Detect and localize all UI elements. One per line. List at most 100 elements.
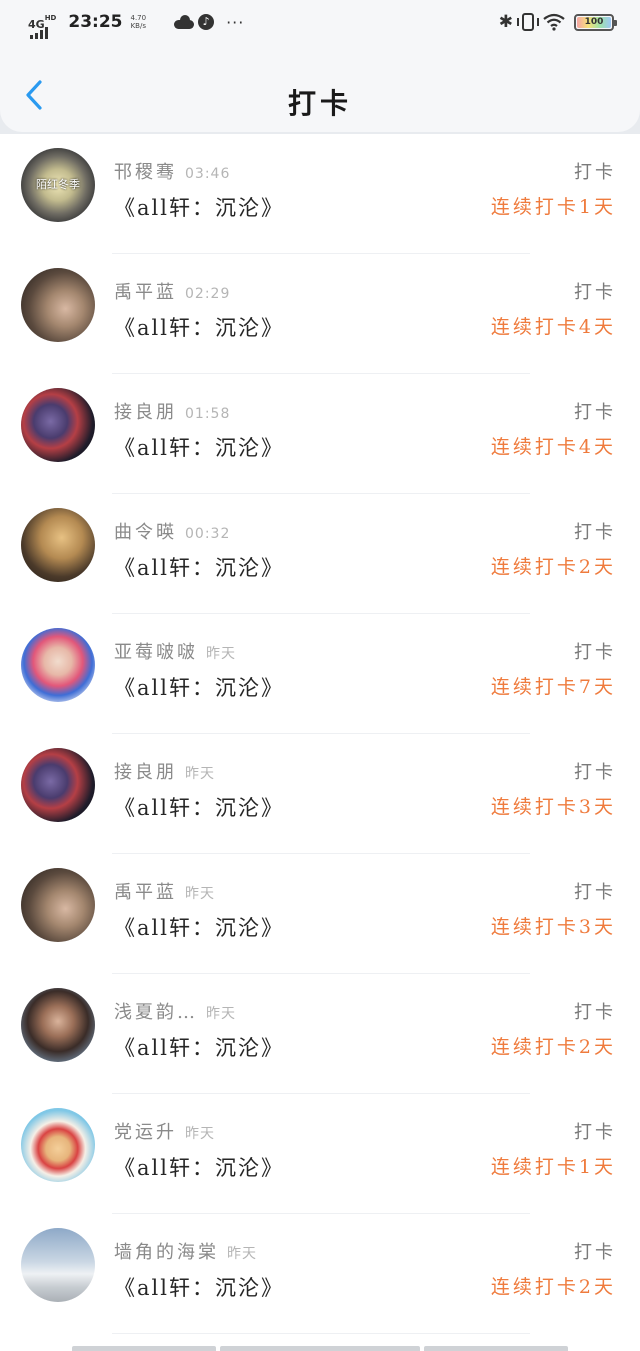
avatar[interactable] [21,1108,95,1182]
avatar[interactable]: 陌红冬季 [21,148,95,222]
wifi-icon [543,13,565,31]
post-time: 02:29 [185,286,231,302]
nav-header: 打卡 [0,50,640,132]
checkin-row[interactable]: 墙角的海棠 昨天 《all轩：沉沦》 打卡 连续打卡2天 [0,1214,640,1334]
avatar[interactable] [21,1228,95,1302]
user-name-text[interactable]: 亚莓啵啵 [114,642,198,663]
music-icon: ♪ [198,14,215,30]
user-name[interactable]: 墙角的海棠 昨天 [114,1238,257,1264]
avatar[interactable] [21,988,95,1062]
user-name[interactable]: 亚莓啵啵 昨天 [114,638,236,664]
book-title[interactable]: 《all轩：沉沦》 [114,1272,284,1302]
streak-text: 连续打卡3天 [490,796,616,818]
user-name-text[interactable]: 曲令暎 [114,522,177,543]
book-title[interactable]: 《all轩：沉沦》 [114,1032,284,1062]
user-name[interactable]: 禹平蓝 昨天 [114,878,215,904]
streak-text: 连续打卡4天 [490,436,616,458]
post-time: 03:46 [185,166,231,182]
user-name[interactable]: 邗稷骞 03:46 [114,158,230,184]
checkin-action-label[interactable]: 打卡 [574,518,616,544]
post-time: 01:58 [185,406,231,422]
book-title[interactable]: 《all轩：沉沦》 [114,672,284,702]
checkin-action-label[interactable]: 打卡 [574,1238,616,1264]
checkin-action-label[interactable]: 打卡 [574,158,616,184]
user-name-text[interactable]: 禹平蓝 [114,282,177,303]
user-name-text[interactable]: 墙角的海棠 [114,1242,219,1263]
avatar[interactable] [21,628,95,702]
book-title[interactable]: 《all轩：沉沦》 [114,312,284,342]
user-name-text[interactable]: 接良朋 [114,402,177,423]
battery-level: 100 [577,16,611,28]
book-title[interactable]: 《all轩：沉沦》 [114,432,284,462]
post-time: 昨天 [185,1126,215,1142]
user-name-text[interactable]: 邗稷骞 [114,162,177,183]
checkin-action-label[interactable]: 打卡 [574,398,616,424]
checkin-row[interactable]: 接良朋 昨天 《all轩：沉沦》 打卡 连续打卡3天 [0,734,640,854]
status-bar: 4GHD 23:25 4.70 KB/s ♪ ··· ✱ 100 [0,0,640,50]
user-name-text[interactable]: 接良朋 [114,762,177,783]
checkin-row[interactable]: 接良朋 01:58 《all轩：沉沦》 打卡 连续打卡4天 [0,374,640,494]
book-title[interactable]: 《all轩：沉沦》 [114,1152,284,1182]
user-name[interactable]: 禹平蓝 02:29 [114,278,230,304]
avatar[interactable] [21,268,95,342]
avatar[interactable] [21,388,95,462]
post-time: 昨天 [227,1246,257,1262]
post-time: 昨天 [206,1006,236,1022]
checkin-row[interactable]: 亚莓啵啵 昨天 《all轩：沉沦》 打卡 连续打卡7天 [0,614,640,734]
status-left: 4GHD 23:25 4.70 KB/s ♪ ··· [28,12,245,39]
checkin-row[interactable]: 禹平蓝 02:29 《all轩：沉沦》 打卡 连续打卡4天 [0,254,640,374]
book-title[interactable]: 《all轩：沉沦》 [114,792,284,822]
user-name[interactable]: 接良朋 昨天 [114,758,215,784]
post-time: 昨天 [185,766,215,782]
avatar[interactable] [21,868,95,942]
page-title: 打卡 [287,87,352,120]
speed-unit: KB/s [130,22,146,30]
streak-text: 连续打卡2天 [490,1036,616,1058]
list-more-row [0,1334,640,1351]
checkin-action-label[interactable]: 打卡 [574,998,616,1024]
battery-icon: 100 [574,13,617,31]
avatar-caption: 陌红冬季 [36,178,80,191]
streak-text: 连续打卡3天 [490,916,616,938]
signal-icon [30,26,48,39]
cloud-icon [174,15,195,29]
status-right: ✱ 100 [498,12,617,32]
checkin-action-label[interactable]: 打卡 [574,278,616,304]
vibrate-icon [517,13,539,31]
checkin-row[interactable]: 党运升 昨天 《all轩：沉沦》 打卡 连续打卡1天 [0,1094,640,1214]
checkin-action-label[interactable]: 打卡 [574,1118,616,1144]
book-title[interactable]: 《all轩：沉沦》 [114,912,284,942]
checkin-row[interactable]: 浅夏韵… 昨天 《all轩：沉沦》 打卡 连续打卡2天 [0,974,640,1094]
checkin-action-label[interactable]: 打卡 [574,638,616,664]
book-title[interactable]: 《all轩：沉沦》 [114,552,284,582]
streak-text: 连续打卡2天 [490,1276,616,1298]
clock: 23:25 [68,12,123,32]
streak-text: 连续打卡1天 [490,1156,616,1178]
user-name[interactable]: 浅夏韵… 昨天 [114,998,236,1024]
streak-text: 连续打卡1天 [490,196,616,218]
user-name[interactable]: 接良朋 01:58 [114,398,230,424]
post-time: 00:32 [185,526,231,542]
post-time: 昨天 [206,646,236,662]
streak-text: 连续打卡7天 [490,676,616,698]
streak-text: 连续打卡4天 [490,316,616,338]
checkin-row[interactable]: 陌红冬季 邗稷骞 03:46 《all轩：沉沦》 打卡 连续打卡1天 [0,134,640,254]
bluetooth-icon: ✱ [498,12,513,32]
user-name[interactable]: 曲令暎 00:32 [114,518,230,544]
network-indicator: 4GHD [28,13,57,39]
more-dots-icon: ··· [226,12,245,32]
user-name[interactable]: 党运升 昨天 [114,1118,215,1144]
user-name-text[interactable]: 浅夏韵… [114,1002,198,1023]
user-name-text[interactable]: 党运升 [114,1122,177,1143]
speed-value: 4.70 [130,14,147,22]
user-name-text[interactable]: 禹平蓝 [114,882,177,903]
network-hd: HD [44,13,57,22]
book-title[interactable]: 《all轩：沉沦》 [114,192,284,222]
checkin-row[interactable]: 曲令暎 00:32 《all轩：沉沦》 打卡 连续打卡2天 [0,494,640,614]
checkin-action-label[interactable]: 打卡 [574,878,616,904]
avatar[interactable] [21,748,95,822]
checkin-row[interactable]: 禹平蓝 昨天 《all轩：沉沦》 打卡 连续打卡3天 [0,854,640,974]
post-time: 昨天 [185,886,215,902]
avatar[interactable] [21,508,95,582]
checkin-action-label[interactable]: 打卡 [574,758,616,784]
